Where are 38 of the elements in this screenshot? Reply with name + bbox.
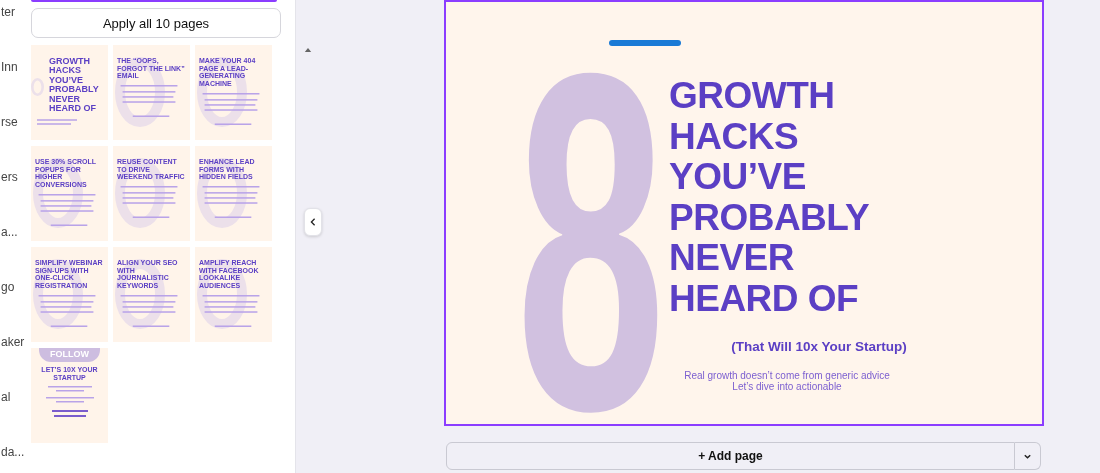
headline-line: GROWTH — [669, 76, 836, 117]
chevron-left-icon — [309, 218, 317, 226]
background-shape — [115, 57, 165, 127]
headline-line: NEVER — [669, 238, 795, 279]
headline-line: PROBABLY — [669, 197, 870, 239]
scroll-up-icon[interactable] — [304, 46, 312, 53]
text-lines-drawing — [119, 186, 179, 219]
text-lines-drawing — [45, 386, 94, 420]
headline-line: YOU’VE — [669, 157, 807, 198]
sidebar-label[interactable]: Inn — [1, 60, 26, 76]
headline-line: HEARD OF — [669, 278, 860, 320]
headline-line: HACKS — [669, 116, 800, 158]
apply-all-button[interactable]: Apply all 10 pages — [31, 8, 281, 38]
follow-badge: FOLLOW — [39, 348, 100, 362]
thumbnail-title: GROWTH HACKS YOU’VE PROBABLY NEVER HEARD OF — [49, 57, 100, 114]
text-lines-drawing — [37, 118, 77, 125]
highlight-mark — [609, 40, 681, 46]
text-lines-drawing — [201, 92, 261, 125]
text-lines-drawing — [201, 186, 261, 219]
text-lines-drawing — [201, 294, 261, 327]
text-lines-drawing — [37, 193, 97, 226]
page-thumbnail[interactable]: GROWTH HACKS YOU’VE PROBABLY NEVER HEARD OF — [31, 45, 108, 140]
text-lines-drawing — [37, 294, 97, 327]
sidebar-label[interactable]: al — [1, 390, 26, 406]
sidebar-label[interactable]: da... — [1, 445, 26, 461]
sidebar-label[interactable]: rse — [1, 115, 26, 131]
sidebar-label[interactable]: go — [1, 280, 26, 296]
collapse-panel-button[interactable] — [304, 208, 322, 236]
sidebar-label[interactable]: ter — [1, 5, 26, 21]
slide-body-text: Real growth doesn’t come from generic advice — [684, 370, 890, 381]
sidebar-label[interactable]: a... — [1, 225, 26, 241]
slide-subtitle: (That Will 10x Your Startup) — [730, 339, 908, 354]
sidebar-label[interactable]: aker — [1, 335, 26, 351]
add-page-button[interactable]: + Add page — [446, 442, 1015, 470]
text-lines-drawing — [119, 294, 179, 327]
slide-body-text: Let’s dive into actionable — [732, 381, 842, 392]
text-lines-drawing — [119, 85, 179, 118]
sidebar-label[interactable]: ers — [1, 170, 26, 186]
